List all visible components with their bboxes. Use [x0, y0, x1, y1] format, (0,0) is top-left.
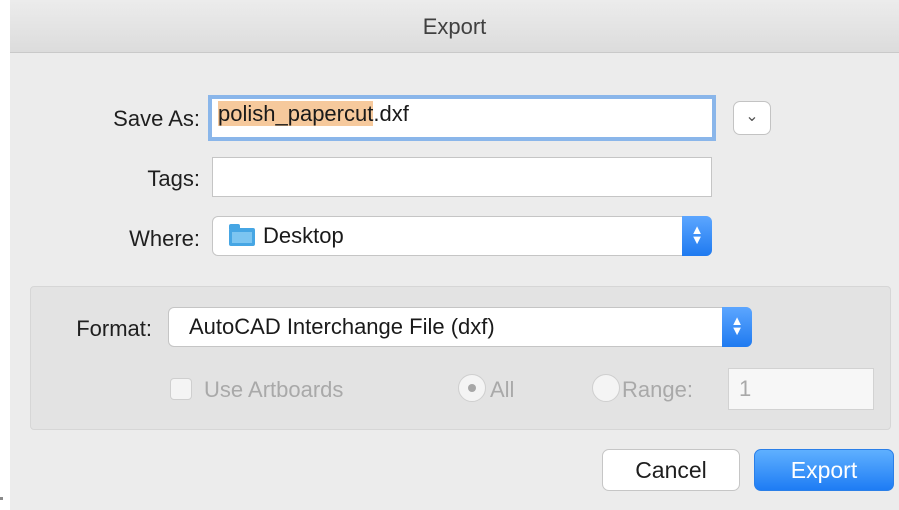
export-button[interactable]: Export [754, 449, 894, 491]
where-value: Desktop [263, 223, 344, 248]
save-as-field[interactable]: polish_papercut.dxf [208, 95, 716, 141]
dialog-title: Export [422, 14, 487, 39]
where-label: Where: [129, 226, 200, 251]
export-dialog: Export Save As: polish_papercut.dxf ⌄ Ta… [10, 0, 899, 510]
save-as-label: Save As: [113, 106, 200, 131]
use-artboards-label: Use Artboards [204, 377, 344, 402]
tags-label: Tags: [147, 166, 200, 191]
filename-extension: .dxf [373, 101, 409, 126]
format-label: Format: [76, 316, 152, 341]
format-popup[interactable]: AutoCAD Interchange File (dxf) ▲ ▼ [168, 307, 752, 347]
range-input[interactable]: 1 [728, 368, 874, 410]
tags-field[interactable] [212, 157, 712, 197]
expand-dialog-button[interactable]: ⌄ [733, 101, 771, 135]
format-value: AutoCAD Interchange File (dxf) [189, 314, 495, 339]
updown-arrows-icon: ▲ ▼ [682, 216, 712, 256]
title-bar: Export [10, 0, 899, 53]
cancel-button[interactable]: Cancel [602, 449, 740, 491]
all-label: All [490, 377, 515, 402]
window-corner-mark [0, 497, 3, 500]
where-popup[interactable]: Desktop ▲ ▼ [212, 216, 712, 256]
range-radio[interactable] [592, 374, 620, 402]
radio-selected-dot [468, 384, 476, 392]
updown-arrows-icon: ▲ ▼ [722, 307, 752, 347]
all-radio[interactable] [458, 374, 486, 402]
folder-icon [229, 224, 255, 246]
filename-selected-text: polish_papercut [218, 101, 374, 126]
use-artboards-checkbox[interactable] [170, 378, 192, 400]
chevron-down-icon: ⌄ [745, 108, 759, 125]
range-label: Range: [622, 377, 693, 402]
